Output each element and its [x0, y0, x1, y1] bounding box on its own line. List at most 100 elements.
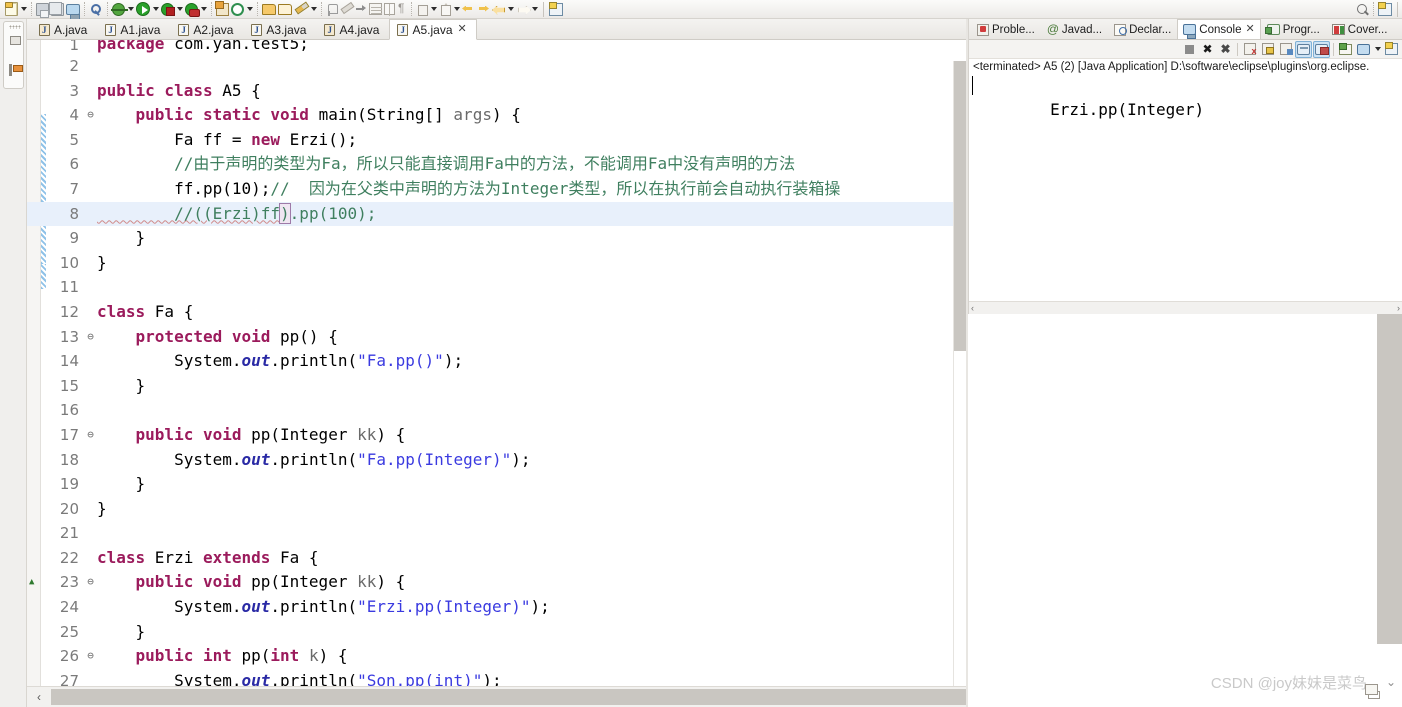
chevron-down-icon[interactable]: ⌄ — [1386, 675, 1396, 689]
code-line[interactable]: 15 } — [27, 374, 968, 399]
back-history-button[interactable] — [492, 1, 505, 18]
pin-editor-button[interactable] — [326, 1, 338, 18]
save-button[interactable] — [36, 1, 49, 18]
code-line[interactable]: 8 //((Erzi)ff).pp(100); — [27, 201, 968, 227]
editor-scroll-left-button[interactable]: ‹ — [27, 688, 51, 707]
console-output-area[interactable]: <terminated> A5 (2) [Java Application] D… — [969, 59, 1402, 314]
forward-history-button[interactable] — [516, 1, 529, 18]
next-annotation-dropdown[interactable] — [429, 1, 438, 17]
code-line[interactable]: 19 } — [27, 472, 968, 497]
back-button[interactable] — [462, 1, 475, 18]
show-whitespace-button[interactable] — [397, 1, 407, 18]
code-line[interactable]: 20} — [27, 497, 968, 522]
previous-annotation-button[interactable] — [439, 1, 451, 18]
code-line[interactable]: 7 ff.pp(10);// 因为在父类中声明的方法为Integer类型，所以在… — [27, 177, 968, 202]
code-line[interactable]: 13 ⊖ protected void pp() { — [27, 325, 968, 350]
fold-toggle-icon[interactable]: ⊖ — [85, 103, 96, 128]
next-annotation-button[interactable] — [416, 1, 428, 18]
editor-tab-a4-java[interactable]: A4.java — [316, 19, 389, 39]
code-line[interactable]: 18 System.out.println("Fa.pp(Integer)"); — [27, 448, 968, 473]
scroll-lock-button[interactable] — [1259, 41, 1276, 58]
console-horizontal-scrollbar[interactable]: ‹ › — [969, 301, 1402, 314]
code-line[interactable]: 27 System.out.println("Son.pp(int)"); — [27, 669, 968, 686]
word-wrap-button[interactable] — [1277, 41, 1294, 58]
remove-launch-button[interactable]: ✖ — [1199, 41, 1216, 58]
fold-toggle-icon[interactable]: ⊖ — [85, 325, 96, 350]
toggle-block-selection-button[interactable] — [369, 1, 382, 18]
restore-view-corner-icon[interactable] — [1364, 683, 1380, 699]
open-perspective-button[interactable] — [549, 1, 563, 18]
console-tab-close-icon[interactable]: ✕ — [1246, 24, 1255, 35]
run-config-button[interactable] — [161, 1, 175, 18]
open-task-button[interactable] — [278, 1, 292, 18]
run-config-dropdown[interactable] — [175, 1, 184, 17]
editor-tab-a2-java[interactable]: A2.java — [170, 19, 243, 39]
code-line[interactable]: 10} — [27, 251, 968, 276]
search-button[interactable] — [89, 1, 103, 18]
console-tab-javad[interactable]: Javad... — [1041, 19, 1108, 39]
display-selected-console-button[interactable] — [1355, 41, 1372, 58]
code-line[interactable]: 22 class Erzi extends Fa { — [27, 546, 968, 571]
console-tab-declar[interactable]: Declar... — [1108, 19, 1177, 39]
drag-handle-icon[interactable] — [9, 25, 21, 29]
code-line[interactable]: 26 ⊖ public int pp(int k) { — [27, 644, 968, 669]
code-line[interactable]: 23 ▲ ⊖ public void pp(Integer kk) { — [27, 570, 968, 595]
code-line[interactable]: 25 } — [27, 620, 968, 645]
print-button[interactable] — [66, 1, 80, 20]
console-output-text[interactable]: Erzi.pp(Integer) — [969, 74, 1402, 146]
new-wizard-dropdown[interactable] — [19, 1, 28, 17]
console-scroll-left-button[interactable]: ‹ — [971, 303, 974, 313]
new-class-button[interactable] — [231, 1, 244, 18]
code-line[interactable]: 3 public class A5 { — [27, 79, 968, 104]
open-type-button[interactable] — [262, 1, 276, 18]
right-scroll-strip[interactable] — [1377, 314, 1402, 644]
code-line[interactable]: 2 — [27, 54, 968, 79]
quick-access-search-button[interactable] — [1356, 1, 1369, 18]
code-line[interactable]: 14 System.out.println("Fa.pp()"); — [27, 349, 968, 374]
edit-dropdown[interactable] — [309, 1, 318, 17]
remove-all-terminated-button[interactable]: ✖ — [1217, 41, 1234, 58]
run-button[interactable] — [136, 1, 150, 18]
debug-button[interactable] — [111, 1, 128, 18]
skip-breakpoints-button[interactable] — [355, 1, 367, 18]
back-history-dropdown[interactable] — [506, 1, 515, 17]
console-tab-proble[interactable]: Proble... — [971, 19, 1041, 39]
terminate-button[interactable] — [1181, 41, 1198, 58]
code-line[interactable]: 4 ⊖ public static void main(String[] args… — [27, 103, 968, 128]
edit-button[interactable] — [294, 1, 308, 18]
new-package-button[interactable] — [215, 0, 229, 18]
editor-tab-a5-java[interactable]: A5.java ✕ — [389, 19, 477, 40]
editor-tab-a-java[interactable]: A.java — [31, 19, 97, 39]
code-line[interactable]: 17 ⊖ public void pp(Integer kk) { — [27, 423, 968, 448]
code-line[interactable]: 11 — [27, 275, 968, 300]
fold-toggle-icon[interactable]: ⊖ — [85, 423, 96, 448]
code-line[interactable]: 21 — [27, 521, 968, 546]
open-perspective-button-right[interactable] — [1378, 1, 1392, 18]
coverage-button[interactable] — [185, 1, 200, 18]
run-dropdown[interactable] — [151, 1, 160, 17]
console-scroll-right-button[interactable]: › — [1397, 303, 1400, 313]
display-console-dropdown[interactable] — [1373, 41, 1382, 57]
code-line[interactable]: 6 //由于声明的类型为Fa，所以只能直接调用Fa中的方法，不能调用Fa中没有声… — [27, 152, 968, 177]
fold-toggle-icon[interactable]: ⊖ — [85, 570, 96, 595]
save-all-button[interactable] — [49, 1, 64, 18]
open-console-button[interactable] — [1337, 41, 1354, 58]
toggle-mark-occurrences-button[interactable] — [384, 1, 395, 18]
brush-button[interactable] — [340, 1, 353, 18]
code-editor[interactable]: 1 package com.yan.test5; 2 3 public class A5… — [27, 40, 968, 686]
code-line[interactable]: 12 class Fa { — [27, 300, 968, 325]
minimized-views-stack[interactable] — [3, 21, 24, 89]
coverage-dropdown[interactable] — [199, 1, 208, 17]
code-line[interactable]: 1 package com.yan.test5; — [27, 40, 968, 54]
editor-tab-close-icon[interactable]: ✕ — [458, 24, 467, 35]
editor-tab-a3-java[interactable]: A3.java — [243, 19, 316, 39]
code-line[interactable]: 5 Fa ff = new Erzi(); — [27, 128, 968, 153]
clear-console-button[interactable] — [1241, 41, 1258, 58]
package-explorer-icon[interactable] — [9, 64, 23, 76]
pin-console-button[interactable] — [1383, 41, 1400, 58]
console-tab-cover[interactable]: Cover... — [1326, 19, 1394, 39]
editor-horizontal-scrollbar[interactable]: ‹ — [27, 686, 1402, 707]
code-line[interactable]: 9 } — [27, 226, 968, 251]
forward-button[interactable] — [477, 1, 490, 18]
code-line[interactable]: 24 System.out.println("Erzi.pp(Integer)"… — [27, 595, 968, 620]
